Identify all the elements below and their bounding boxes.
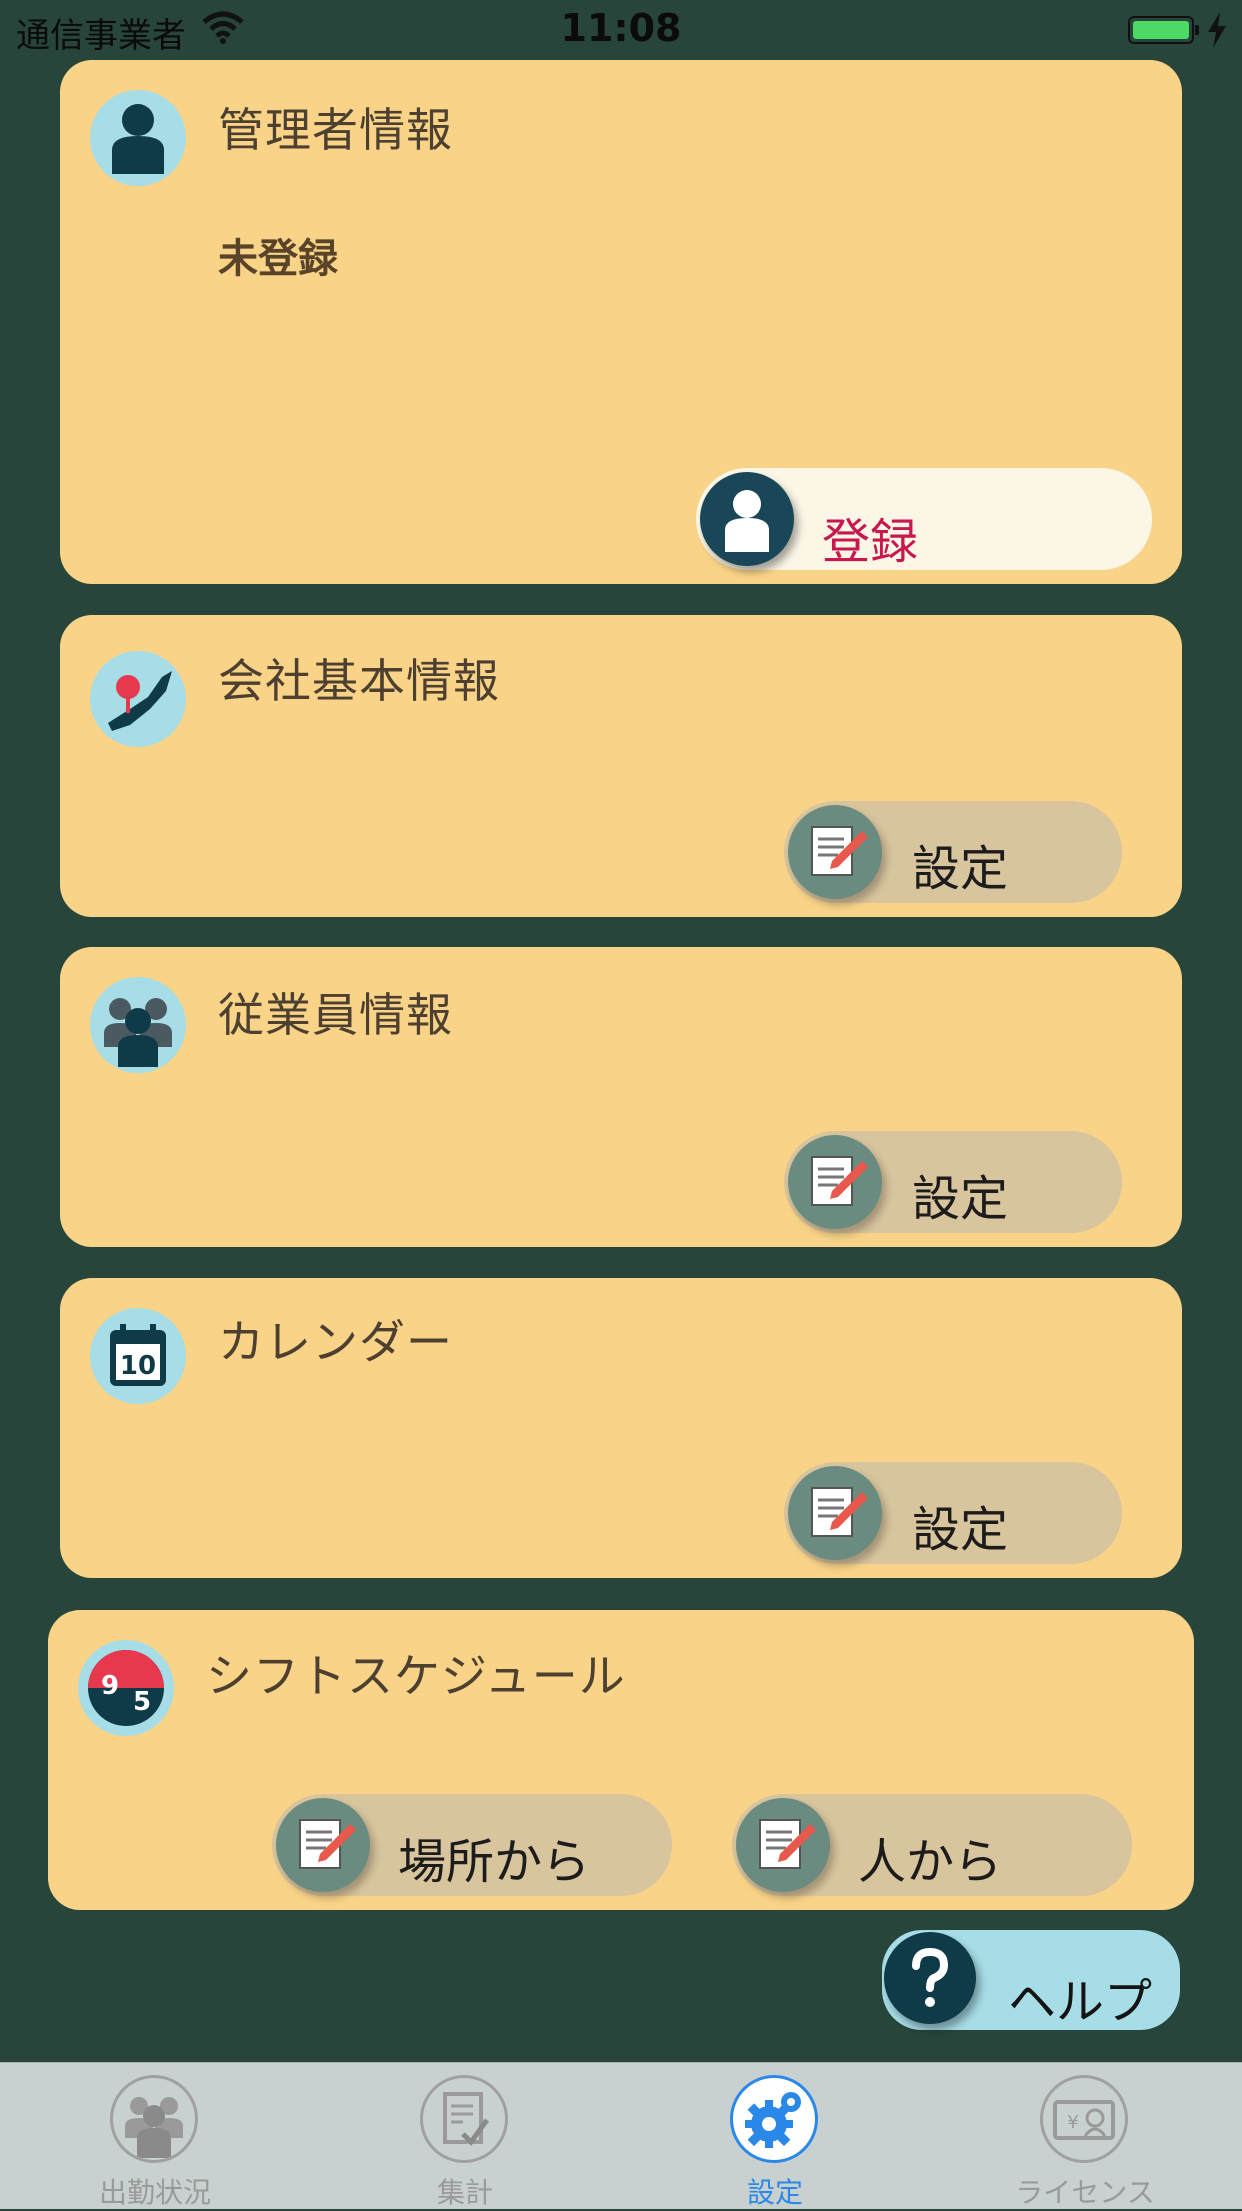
employee-settings-label: 設定 [912,1171,1009,1227]
calendar-settings-button[interactable]: 設定 [784,1462,1122,1564]
employee-settings-button[interactable]: 設定 [784,1131,1122,1233]
charging-icon [1208,12,1226,48]
help-button[interactable]: ヘルプ [882,1930,1180,2030]
tab-summary[interactable]: 集計 [310,2063,620,2209]
status-time: 11:08 [560,6,682,50]
person-icon [700,472,794,566]
calendar-card: 10 カレンダー 設定 [60,1278,1182,1578]
svg-text:¥: ¥ [1067,2112,1078,2133]
by-place-button[interactable]: 場所から [272,1794,672,1896]
help-label: ヘルプ [1008,1974,1153,2030]
employee-info-card: 従業員情報 設定 [60,947,1182,1247]
person-icon [90,90,186,186]
tab-license-label: ライセンス [1015,2176,1155,2209]
shift-card-title: シフトスケジュール [206,1649,626,1703]
tab-settings-label: 設定 [746,2176,803,2209]
company-card-title: 会社基本情報 [218,654,500,708]
map-pin-icon [90,651,186,747]
edit-icon [788,1466,882,1560]
company-settings-button[interactable]: 設定 [784,801,1122,903]
status-bar: 通信事業者 11:08 [0,0,1242,60]
tab-summary-label: 集計 [436,2176,493,2209]
people-icon [90,977,186,1073]
edit-icon [788,1135,882,1229]
admin-info-card: 管理者情報 未登録 登録 [60,60,1182,584]
admin-card-title: 管理者情報 [218,103,453,157]
edit-icon [788,805,882,899]
clock-icon-end: 5 [133,1687,151,1717]
tab-attendance-label: 出勤状況 [98,2176,211,2209]
by-person-label: 人から [858,1834,1003,1890]
license-icon: ¥ [1040,2075,1128,2163]
checklist-icon [420,2075,508,2163]
tab-settings[interactable]: 設定 [620,2063,930,2209]
tab-bar: 出勤状況 集計 設定 ¥ ライセンス [0,2062,1242,2209]
shift-schedule-card: 9 5 シフトスケジュール 場所から 人から [48,1610,1194,1910]
gear-icon [730,2075,818,2163]
calendar-settings-label: 設定 [912,1502,1009,1558]
register-button[interactable]: 登録 [696,468,1152,570]
tab-attendance[interactable]: 出勤状況 [0,2063,310,2209]
calendar-icon-day: 10 [120,1351,156,1381]
clock-icon-start: 9 [101,1671,119,1701]
company-settings-label: 設定 [912,841,1009,897]
register-label: 登録 [822,514,919,570]
tab-license[interactable]: ¥ ライセンス [930,2063,1240,2209]
people-icon [110,2075,198,2163]
by-place-label: 場所から [398,1834,591,1890]
admin-status-text: 未登録 [218,236,338,282]
calendar-card-title: カレンダー [218,1315,453,1369]
edit-icon [276,1798,370,1892]
calendar-icon: 10 [90,1308,186,1404]
battery-icon [1128,16,1199,44]
question-mark-icon [884,1932,976,2024]
edit-icon [736,1798,830,1892]
clock-icon: 9 5 [78,1640,174,1736]
by-person-button[interactable]: 人から [732,1794,1132,1896]
company-info-card: 会社基本情報 設定 [60,615,1182,917]
employee-card-title: 従業員情報 [218,988,453,1042]
